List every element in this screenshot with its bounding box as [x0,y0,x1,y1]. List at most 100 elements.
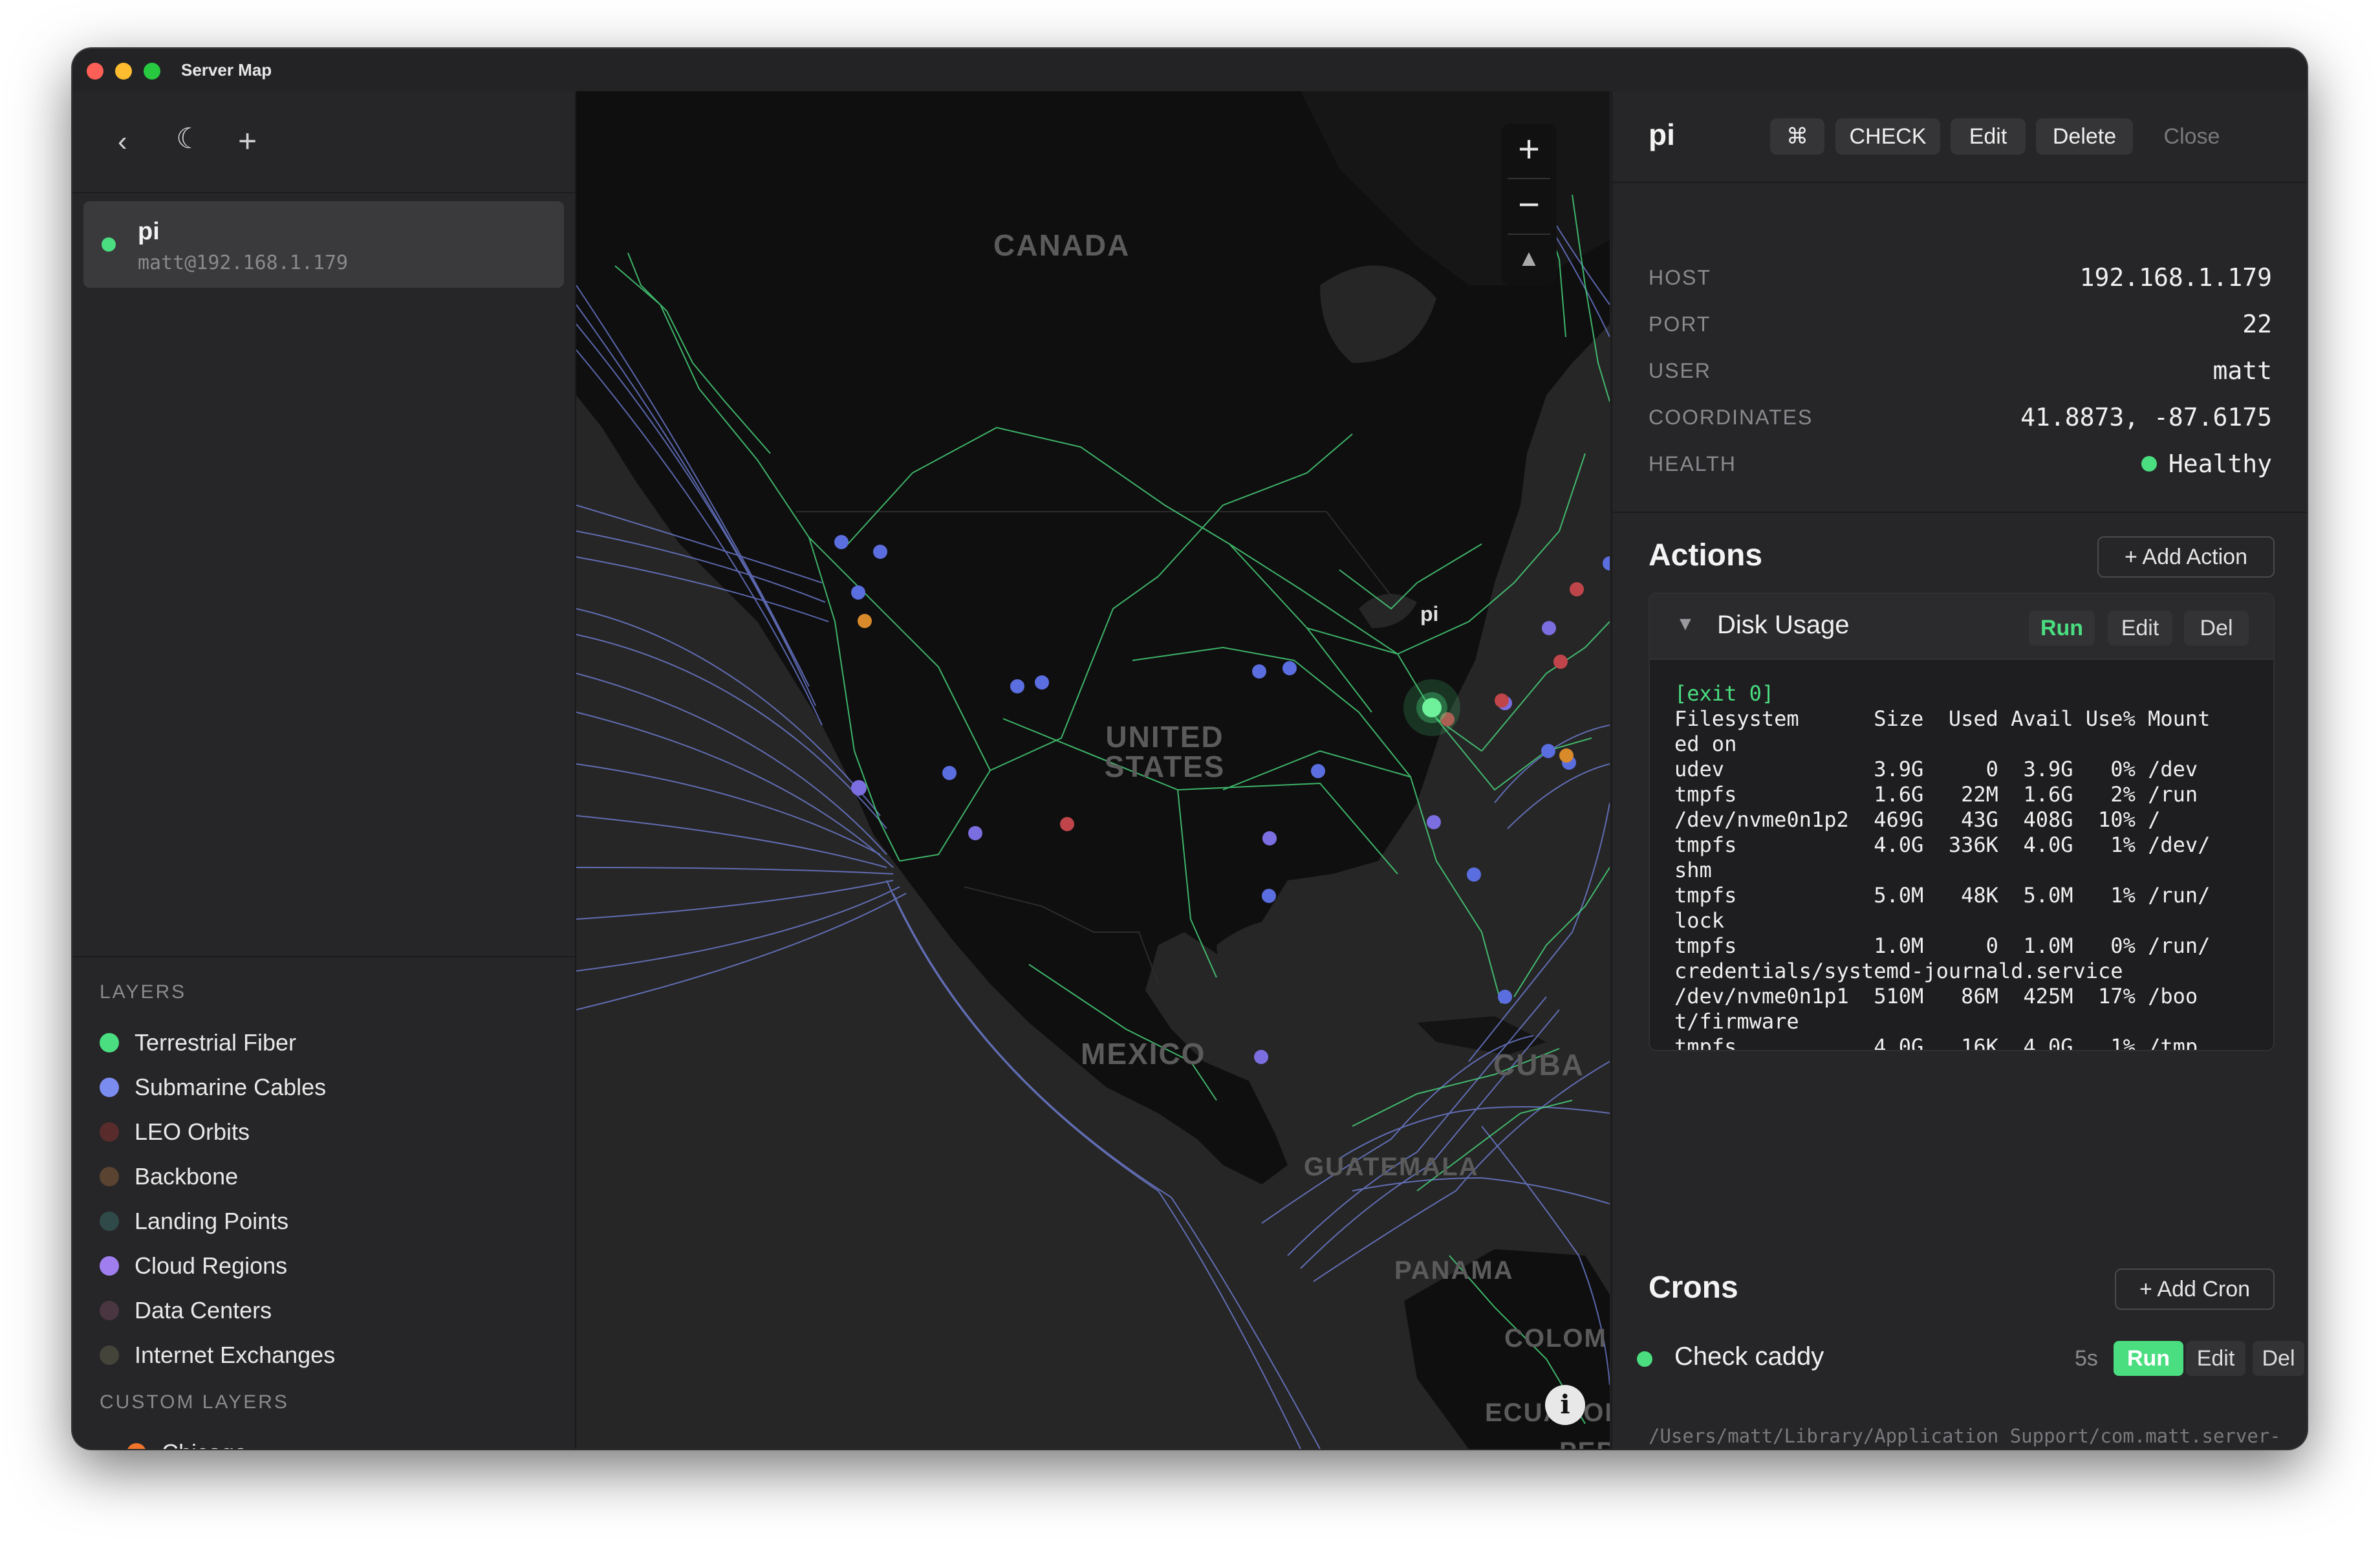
field-key-health: HEALTH [1649,452,1736,475]
cron-item-check-caddy: Check caddy 5s Run Edit Del [1612,1327,2307,1391]
zoom-out-button[interactable]: − [1501,179,1557,231]
layer-toggle-dot [100,1033,119,1052]
layer-label: Data Centers [135,1297,272,1323]
layer-data-centers[interactable]: Data Centers [100,1294,272,1327]
layer-leo-orbits[interactable]: LEO Orbits [100,1116,250,1148]
divider [1612,512,2307,513]
cron-name: Check caddy [1674,1342,1824,1371]
zoom-window-button[interactable] [144,63,160,80]
add-action-button[interactable]: + Add Action [2097,536,2275,578]
close-button[interactable]: Close [2148,118,2236,155]
field-key-port: PORT [1649,312,1711,336]
map-label-canada: CANADA [993,228,1130,262]
edit-button[interactable]: Edit [1951,118,2026,155]
back-icon[interactable]: ‹ [118,127,127,156]
map-label-cuba: CUBA [1493,1048,1585,1082]
dark-mode-icon[interactable]: ☾ [176,125,201,153]
map-canvas [576,91,1610,1449]
host-item-pi[interactable]: pi matt@192.168.1.179 [83,201,564,288]
layer-label: Submarine Cables [135,1074,327,1100]
field-key-user: USER [1649,359,1711,382]
sidebar: ‹ ☾ + pi matt@192.168.1.179 LAYERS Terre… [72,91,576,1449]
layer-label: Terrestrial Fiber [135,1029,297,1056]
layer-label: Backbone [135,1163,239,1190]
check-button[interactable]: CHECK [1835,118,1940,155]
actions-heading: Actions [1649,538,1763,572]
divider [72,956,575,957]
close-window-button[interactable] [87,63,103,80]
add-host-icon[interactable]: + [238,125,257,157]
map-label-colombia: COLOM [1504,1324,1607,1353]
edit-cron-button[interactable]: Edit [2186,1341,2245,1376]
delete-cron-button[interactable]: Del [2253,1341,2304,1376]
pi-marker-label: pi [1420,602,1439,626]
cron-status-dot [1637,1351,1652,1367]
layer-cloud-regions[interactable]: Cloud Regions [100,1250,287,1282]
gulf-of-mexico [1217,919,1365,1051]
custom-layers-heading: CUSTOM LAYERS [100,1391,289,1413]
field-value-port: 22 [2242,310,2272,338]
delete-action-button[interactable]: Del [2184,611,2249,646]
config-file-path: /Users/matt/Library/Application Support/… [1649,1425,2281,1447]
collapse-triangle-icon[interactable]: ▼ [1676,613,1695,635]
info-icon[interactable]: i [1545,1385,1585,1425]
layer-toggle-dot [100,1256,119,1276]
layer-submarine-cables[interactable]: Submarine Cables [100,1071,326,1104]
map-label-panama: PANAMA [1394,1256,1514,1285]
host-name: pi [138,218,160,245]
layer-label: LEO Orbits [135,1118,250,1145]
layer-landing-points[interactable]: Landing Points [100,1205,288,1237]
layer-backbone[interactable]: Backbone [100,1160,238,1193]
layer-toggle-dot [100,1167,119,1186]
action-card-disk-usage: ▼ Disk Usage Run Edit Del [exit 0] Filesy… [1649,593,2275,1051]
layer-label: Internet Exchanges [135,1342,336,1368]
detail-title: pi [1649,118,1675,151]
layers-heading: LAYERS [100,981,187,1003]
app-window: Server Map ‹ ☾ + pi matt@192.168.1.179 L… [72,49,2307,1449]
action-header[interactable]: ▼ Disk Usage Run Edit Del [1650,594,2273,660]
edit-action-button[interactable]: Edit [2108,611,2172,646]
map-label-united-states: UNITED STATES [1104,720,1226,783]
delete-button[interactable]: Delete [2036,118,2133,155]
minimize-window-button[interactable] [115,63,132,80]
window-title: Server Map [181,60,272,80]
divider [1612,182,2307,183]
map-label-mexico: MEXICO [1081,1037,1206,1071]
exit-code: [exit 0] [1674,681,1775,706]
layer-toggle-dot [100,1212,119,1231]
pi-host-marker [1403,679,1460,736]
custom-layer-chicago[interactable]: Chicago [127,1437,247,1449]
layer-label: Cloud Regions [135,1252,288,1279]
command-output-text: Filesystem Size Used Avail Use% Mount ed… [1674,706,2211,1051]
map-label-guatemala: GUATEMALA [1304,1153,1479,1181]
layer-toggle-dot [100,1301,119,1320]
field-value-user: matt [2212,356,2272,385]
crons-heading: Crons [1649,1270,1738,1305]
run-cron-button[interactable]: Run [2114,1341,2183,1376]
layer-internet-exchanges[interactable]: Internet Exchanges [100,1339,335,1371]
add-cron-button[interactable]: + Add Cron [2115,1268,2275,1310]
layer-toggle-dot [100,1122,119,1142]
zoom-in-button[interactable]: + [1501,124,1557,175]
action-output: [exit 0] Filesystem Size Used Avail Use% … [1674,681,2256,1051]
zoom-controls: + − ▲ [1501,124,1557,285]
health-status-text: Healthy [2168,450,2272,478]
title-bar: Server Map [72,49,2307,91]
detail-panel: pi ⌘ CHECK Edit Delete Close HOST 192.16… [1611,91,2307,1449]
run-action-button[interactable]: Run [2029,611,2095,646]
compass-icon[interactable]: ▲ [1501,232,1557,284]
action-name: Disk Usage [1717,611,1850,639]
layer-terrestrial-fiber[interactable]: Terrestrial Fiber [100,1027,296,1059]
field-value-host: 192.168.1.179 [2079,263,2272,292]
field-value-health: Healthy [2141,450,2272,478]
cron-interval: 5s [2075,1346,2098,1371]
command-icon[interactable]: ⌘ [1770,118,1824,155]
layer-toggle-dot [100,1345,119,1365]
layer-label: Landing Points [135,1208,289,1234]
map-view[interactable]: CANADA UNITED STATES MEXICO CUBA GUATEMA… [576,91,1610,1449]
layer-label: Chicago [162,1439,247,1449]
layer-toggle-dot [100,1078,119,1097]
field-key-host: HOST [1649,266,1711,289]
host-address: matt@192.168.1.179 [138,252,349,274]
map-label-peru: PERU [1559,1437,1610,1449]
